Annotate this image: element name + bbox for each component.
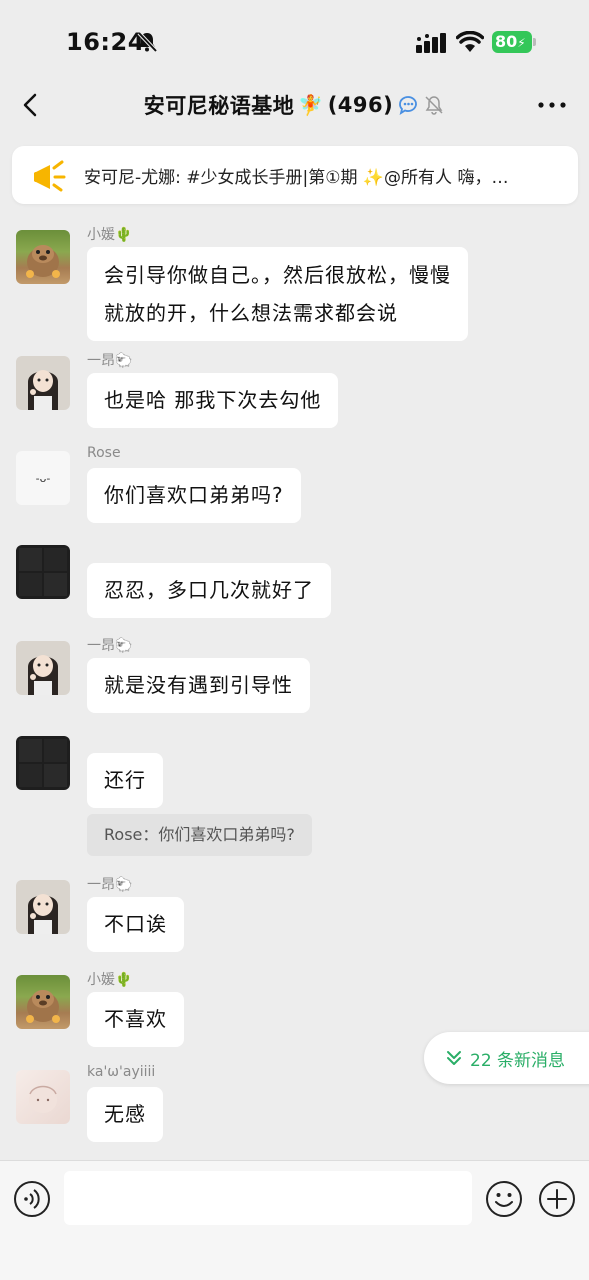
message-text: 无感 <box>104 1102 146 1126</box>
message-text: 不喜欢 <box>104 1007 167 1031</box>
input-bar <box>0 1160 589 1280</box>
status-bar: 16:24 80⚡ <box>0 0 589 80</box>
message-input[interactable] <box>64 1171 472 1225</box>
message-bubble[interactable]: 你们喜欢口弟弟吗? <box>87 468 301 523</box>
message-line: 就放的开，什么想法需求都会说 <box>104 301 398 325</box>
message-bubble[interactable]: 还行 <box>87 753 163 808</box>
fairy-emoji: 🧚 <box>298 93 324 117</box>
new-messages-button[interactable]: 22 条新消息 <box>424 1032 589 1084</box>
avatar[interactable] <box>16 975 70 1029</box>
cellular-signal-icon <box>416 33 446 53</box>
message-text: 也是哈 那我下次去勾他 <box>104 388 322 412</box>
avatar[interactable] <box>16 545 70 599</box>
message-bubble[interactable]: 就是没有遇到引导性 <box>87 658 310 713</box>
nav-bar: 安可尼秘语基地 🧚 (496) <box>0 80 589 132</box>
message-bubble[interactable]: 会引导你做自己。，然后很放松，慢慢 就放的开，什么想法需求都会说 <box>87 247 468 341</box>
sender-name: 一昂🐑 <box>87 638 133 654</box>
avatar[interactable]: -ᴗ- <box>16 451 70 505</box>
member-count: (496) <box>327 93 394 117</box>
mute-bell-icon <box>425 96 443 115</box>
message-text: 忍忍，多口几次就好了 <box>104 578 314 602</box>
message-text: 就是没有遇到引导性 <box>104 673 293 697</box>
message-line: 会引导你做自己。，然后很放松，慢慢 <box>104 263 451 287</box>
message-bubble[interactable]: 不口诶 <box>87 897 184 952</box>
avatar[interactable] <box>16 880 70 934</box>
message-bubble[interactable]: 也是哈 那我下次去勾他 <box>87 373 339 428</box>
emoji-icon[interactable] <box>485 1180 523 1218</box>
double-chevron-down-icon <box>447 1051 461 1065</box>
plus-icon[interactable] <box>538 1180 576 1218</box>
avatar-face: -ᴗ- <box>35 471 51 485</box>
new-messages-label: 22 条新消息 <box>470 1050 566 1071</box>
message-bubble[interactable]: 忍忍，多口几次就好了 <box>87 563 331 618</box>
announcement-text: 安可尼-尤娜: #少女成长手册|第①期 ✨@所有人 嗨，… <box>84 167 509 188</box>
status-time: 16:24 <box>66 28 145 56</box>
group-announcement-banner[interactable]: 安可尼-尤娜: #少女成长手册|第①期 ✨@所有人 嗨，… <box>12 146 578 204</box>
sender-name: Rose <box>87 445 121 461</box>
chat-title: 安可尼秘语基地 🧚 (496) <box>0 90 589 120</box>
sender-name: 小媛🌵 <box>87 972 133 988</box>
voice-input-icon[interactable] <box>13 1180 51 1218</box>
message-text: 还行 <box>104 768 146 792</box>
avatar[interactable] <box>16 230 70 284</box>
message-text: 你们喜欢口弟弟吗? <box>104 483 284 507</box>
wifi-icon <box>456 31 484 52</box>
avatar[interactable] <box>16 356 70 410</box>
chat-bubble-icon <box>399 96 418 115</box>
battery-icon: 80⚡ <box>492 31 536 53</box>
avatar[interactable] <box>16 1070 70 1124</box>
avatar[interactable] <box>16 736 70 790</box>
mute-bell-icon <box>137 31 158 53</box>
sender-name: ka'ω'ayiiii <box>87 1064 156 1080</box>
message-text: 不口诶 <box>104 912 167 936</box>
message-bubble[interactable]: 不喜欢 <box>87 992 184 1047</box>
more-options-icon[interactable] <box>534 90 570 120</box>
group-name: 安可尼秘语基地 <box>143 94 295 118</box>
avatar[interactable] <box>16 641 70 695</box>
sender-name: 小媛🌵 <box>87 227 133 243</box>
quoted-message[interactable]: Rose：你们喜欢口弟弟吗? <box>87 814 312 856</box>
sender-name: 一昂🐑 <box>87 353 133 369</box>
announcement-megaphone-icon <box>34 160 66 192</box>
sender-name: 一昂🐑 <box>87 877 133 893</box>
message-bubble[interactable]: 无感 <box>87 1087 163 1142</box>
battery-level: 80 <box>495 32 518 51</box>
